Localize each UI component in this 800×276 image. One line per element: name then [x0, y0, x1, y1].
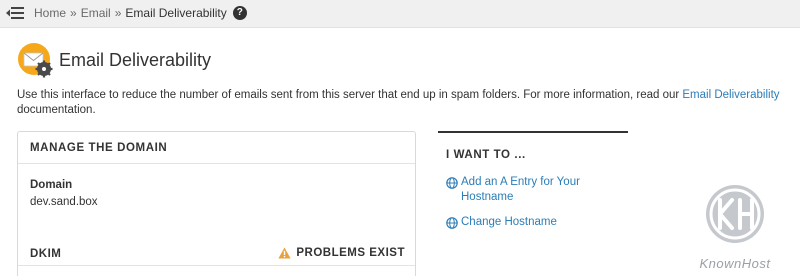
documentation-link[interactable]: Email Deliverability — [682, 89, 779, 101]
watermark-text: KnownHost — [699, 256, 771, 271]
intro-body: Use this interface to reduce the number … — [17, 89, 683, 101]
manage-domain-panel: MANAGE THE DOMAIN Domain dev.sand.box DK… — [17, 131, 416, 276]
add-a-entry-label: Add an A Entry for Your Hostname — [461, 176, 580, 203]
help-icon[interactable]: ? — [232, 6, 247, 20]
dkim-status: PROBLEMS EXIST — [278, 247, 405, 259]
knownhost-watermark: KnownHost — [676, 178, 794, 274]
intro-tail: documentation. — [17, 104, 96, 116]
sidebar-divider — [438, 131, 628, 133]
email-deliverability-icon — [18, 43, 53, 78]
dkim-row[interactable]: DKIM PROBLEMS EXIST — [18, 244, 415, 266]
page-title: Email Deliverability — [59, 49, 212, 70]
domain-value: dev.sand.box — [30, 196, 98, 208]
dkim-status-text: PROBLEMS EXIST — [296, 247, 405, 259]
add-a-entry-link[interactable]: Add an A Entry for Your Hostname — [446, 175, 621, 205]
globe-icon — [446, 177, 458, 189]
breadcrumb-email[interactable]: Email — [81, 6, 111, 20]
change-hostname-label: Change Hostname — [461, 216, 557, 228]
top-bar: Home » Email » Email Deliverability ? — [0, 0, 800, 28]
warning-icon — [278, 247, 291, 259]
dkim-label: DKIM — [30, 248, 62, 260]
breadcrumb: Home » Email » Email Deliverability ? — [34, 6, 247, 20]
panel-heading: MANAGE THE DOMAIN — [18, 132, 415, 164]
intro-text: Use this interface to reduce the number … — [17, 88, 787, 118]
menu-toggle-icon[interactable] — [5, 5, 25, 21]
globe-icon — [446, 217, 458, 229]
knownhost-logo — [706, 185, 764, 243]
i-want-to-sidebar: I WANT TO ... Add an A Entry for Your Ho… — [438, 131, 628, 230]
change-hostname-link[interactable]: Change Hostname — [446, 215, 628, 230]
domain-label: Domain — [30, 179, 73, 191]
sidebar-heading: I WANT TO ... — [446, 149, 526, 161]
breadcrumb-current: Email Deliverability — [125, 6, 227, 20]
breadcrumb-separator: » — [70, 6, 77, 20]
page-header: Email Deliverability — [17, 42, 211, 78]
breadcrumb-separator: » — [114, 6, 122, 20]
breadcrumb-home[interactable]: Home — [34, 6, 66, 20]
